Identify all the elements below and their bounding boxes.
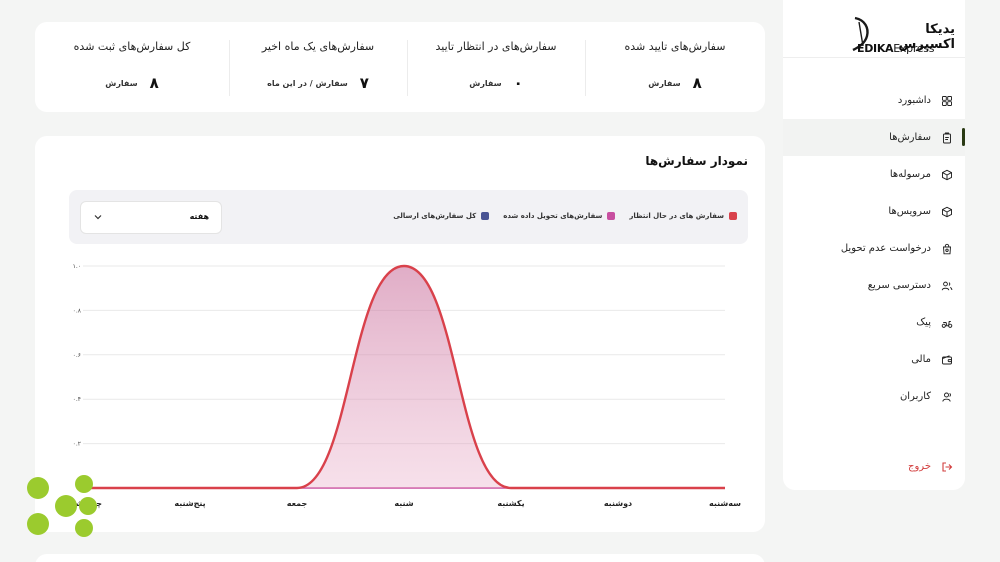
y-tick-label: ۰.۸	[73, 307, 82, 314]
sidebar-item-label: درخواست عدم تحویل	[840, 243, 931, 254]
sidebar-item-5[interactable]: دسترسی سریع	[783, 267, 965, 304]
y-tick-label: ۰.۶	[73, 352, 81, 359]
sidebar-item-2[interactable]: مرسوله‌ها	[783, 156, 965, 193]
stat-approved: سفارش‌های تایید شده ۸ سفارش	[585, 22, 765, 112]
bag-icon	[942, 243, 952, 254]
scooter-icon	[941, 320, 953, 328]
x-tick-label: جمعه	[287, 499, 308, 508]
stat-unit: سفارش	[469, 78, 502, 88]
stat-divider	[407, 40, 408, 96]
stat-title: سفارش‌های در انتظار تایید	[435, 40, 557, 53]
sidebar-item-label: سرویس‌ها	[888, 206, 931, 217]
stat-title: سفارش‌های تایید شده	[624, 40, 726, 53]
logout-icon	[942, 461, 953, 472]
clipboard-icon	[943, 132, 951, 143]
box-icon	[942, 206, 952, 217]
stat-title: سفارش‌های یک ماه اخیر	[261, 40, 375, 53]
logout-label: خروج	[908, 461, 931, 472]
box-icon	[942, 169, 952, 180]
sidebar-nav: داشبورد سفارش‌ها مرسوله‌ها سرویس‌ها درخواست …	[783, 82, 965, 415]
y-tick-label: ۱.۰	[73, 263, 81, 270]
y-tick-label: ۰.۴	[73, 396, 81, 403]
sidebar-item-label: مالی	[911, 354, 931, 365]
orders-chart-card: نمودار سفارش‌ها هفته سفارش های در حال ان…	[35, 136, 765, 532]
sidebar-item-label: مرسوله‌ها	[889, 169, 931, 180]
brand-dots-icon[interactable]	[22, 472, 98, 540]
sidebar-item-7[interactable]: مالی	[783, 341, 965, 378]
brand-name-en: EDIKAExpress	[857, 42, 935, 55]
stat-value: ۸	[149, 74, 159, 92]
stat-value: ۰	[513, 74, 523, 92]
stat-title: کل سفارش‌های ثبت شده	[73, 40, 191, 53]
sidebar-item-0[interactable]: داشبورد	[783, 82, 965, 119]
sidebar-item-1[interactable]: سفارش‌ها	[783, 119, 965, 156]
stat-total: کل سفارش‌های ثبت شده ۸ سفارش	[35, 22, 229, 112]
stat-pending: سفارش‌های در انتظار تایید ۰ سفارش	[407, 22, 585, 112]
orders-chart: ۰.۲ ۰.۴ ۰.۶ ۰.۸ ۱.۰ سه‌شنبه دوشنبه یکشنبه شنبه جم…	[64, 263, 741, 508]
stat-divider	[229, 40, 230, 96]
stat-unit: سفارش	[105, 78, 138, 88]
sidebar-item-8[interactable]: کاربران	[783, 378, 965, 415]
sidebar-item-label: داشبورد	[897, 95, 931, 106]
brand-logo[interactable]: یدیکا اکسپرس EDIKAExpress	[783, 12, 965, 58]
sidebar-item-4[interactable]: درخواست عدم تحویل	[783, 230, 965, 267]
y-tick-label: ۰.۲	[73, 441, 81, 448]
stat-divider	[585, 40, 586, 96]
wallet-icon	[942, 354, 952, 364]
user-icon	[942, 392, 951, 402]
bottom-card	[35, 554, 765, 562]
stat-unit: سفارش	[648, 78, 681, 88]
stat-last-month: سفارش‌های یک ماه اخیر ۷ سفارش / در این ما…	[229, 22, 407, 112]
sidebar-item-6[interactable]: پیک	[783, 304, 965, 341]
users-icon	[941, 281, 953, 290]
sidebar-item-label: کاربران	[899, 391, 931, 402]
x-tick-label: پنج‌شنبه	[174, 499, 205, 508]
logout-button[interactable]: خروج	[783, 448, 965, 485]
x-tick-label: شنبه	[394, 499, 413, 508]
sidebar: یدیکا اکسپرس EDIKAExpress داشبورد سفارش‌ه…	[783, 0, 965, 490]
stat-value: ۸	[692, 74, 702, 92]
sidebar-item-label: دسترسی سریع	[867, 280, 931, 291]
grid-icon	[942, 95, 952, 106]
sidebar-item-label: سفارش‌ها	[889, 132, 931, 143]
x-tick-label: دوشنبه	[604, 499, 632, 508]
stat-value: ۷	[359, 74, 369, 92]
sidebar-item-label: پیک	[916, 317, 931, 328]
series-area	[83, 266, 725, 488]
x-tick-label: یکشنبه	[497, 499, 524, 508]
stat-unit: سفارش / در این ماه	[267, 78, 348, 88]
stats-card: سفارش‌های تایید شده ۸ سفارش سفارش‌های در …	[35, 22, 765, 112]
sidebar-item-3[interactable]: سرویس‌ها	[783, 193, 965, 230]
brand-name-fa: یدیکا اکسپرس	[898, 22, 955, 52]
x-tick-label: سه‌شنبه	[709, 499, 741, 508]
